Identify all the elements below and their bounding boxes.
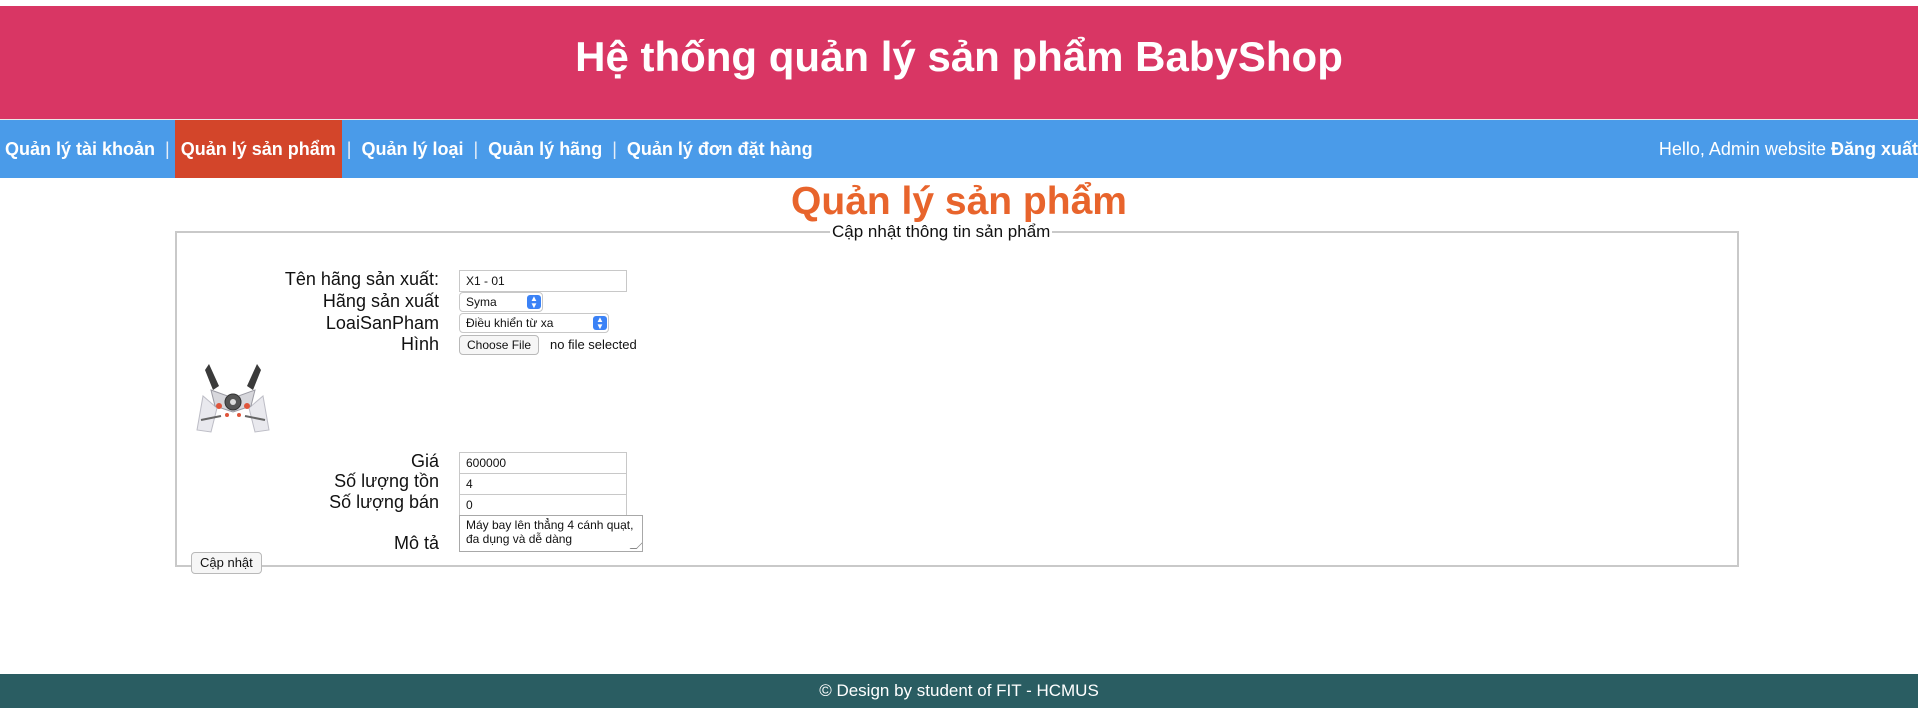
form-legend: Cập nhật thông tin sản phẩm bbox=[832, 222, 1051, 241]
site-title: Hệ thống quản lý sản phẩm BabyShop bbox=[575, 32, 1343, 80]
nav-separator: | bbox=[346, 138, 352, 159]
nav-item-accounts[interactable]: Quản lý tài khoản bbox=[0, 120, 160, 178]
footer: © Design by student of FIT - HCMUS bbox=[0, 674, 1918, 708]
name-input[interactable]: X1 - 01 bbox=[459, 270, 627, 292]
product-image bbox=[196, 364, 270, 433]
sold-input[interactable]: 0 bbox=[459, 494, 627, 516]
type-select[interactable]: Điều khiển từ xa ▲ ▼ bbox=[459, 313, 609, 333]
select-arrows-icon: ▲ ▼ bbox=[527, 295, 541, 310]
price-input[interactable]: 600000 bbox=[459, 452, 627, 474]
sold-label: Số lượng bán bbox=[329, 492, 439, 512]
choose-file-button[interactable]: Choose File bbox=[459, 335, 540, 355]
nav-separator: | bbox=[165, 138, 170, 159]
nav-item-categories[interactable]: Quản lý loại bbox=[356, 120, 468, 178]
page-title: Quản lý sản phẩm bbox=[791, 180, 1127, 223]
brand-select-value: Syma bbox=[466, 295, 497, 309]
nav-item-products[interactable]: Quản lý sản phẩm bbox=[174, 120, 342, 178]
image-label: Hình bbox=[400, 334, 439, 354]
nav-separator: | bbox=[612, 138, 617, 159]
description-label: Mô tả bbox=[393, 533, 439, 553]
main-nav: Quản lý tài khoản | Quản lý sản phẩm | Q… bbox=[0, 119, 1918, 178]
file-status: no file selected bbox=[550, 337, 637, 352]
type-label: LoaiSanPham bbox=[325, 313, 439, 333]
brand-label: Hãng sản xuất bbox=[322, 291, 439, 311]
nav-item-orders[interactable]: Quản lý đơn đặt hàng bbox=[622, 120, 818, 178]
price-label: Giá bbox=[410, 451, 439, 471]
brand-select[interactable]: Syma ▲ ▼ bbox=[459, 292, 543, 312]
type-select-value: Điều khiển từ xa bbox=[466, 316, 554, 330]
resize-grip-icon[interactable] bbox=[629, 542, 642, 549]
description-text: Máy bay lên thẳng 4 cánh quạt, đa dụng v… bbox=[466, 518, 634, 546]
description-textarea[interactable]: Máy bay lên thẳng 4 cánh quạt, đa dụng v… bbox=[459, 515, 643, 552]
site-header: Hệ thống quản lý sản phẩm BabyShop bbox=[0, 6, 1918, 119]
greeting-text: Hello, Admin website bbox=[1658, 139, 1826, 159]
update-button[interactable]: Cập nhật bbox=[191, 552, 262, 574]
select-arrows-icon: ▲ ▼ bbox=[593, 316, 607, 331]
stock-input[interactable]: 4 bbox=[459, 473, 627, 495]
nav-menu: Quản lý tài khoản | Quản lý sản phẩm | Q… bbox=[0, 120, 818, 178]
nav-separator: | bbox=[473, 138, 479, 159]
stock-label: Số lượng tồn bbox=[334, 471, 439, 491]
user-area: Hello, Admin website Đăng xuất bbox=[1659, 120, 1918, 178]
logout-link[interactable]: Đăng xuất bbox=[1831, 139, 1918, 159]
nav-item-brands[interactable]: Quản lý hãng bbox=[483, 120, 607, 178]
name-label: Tên hãng sản xuất: bbox=[284, 269, 439, 289]
update-product-form: Cập nhật thông tin sản phẩm Tên hãng sản… bbox=[175, 222, 1739, 574]
